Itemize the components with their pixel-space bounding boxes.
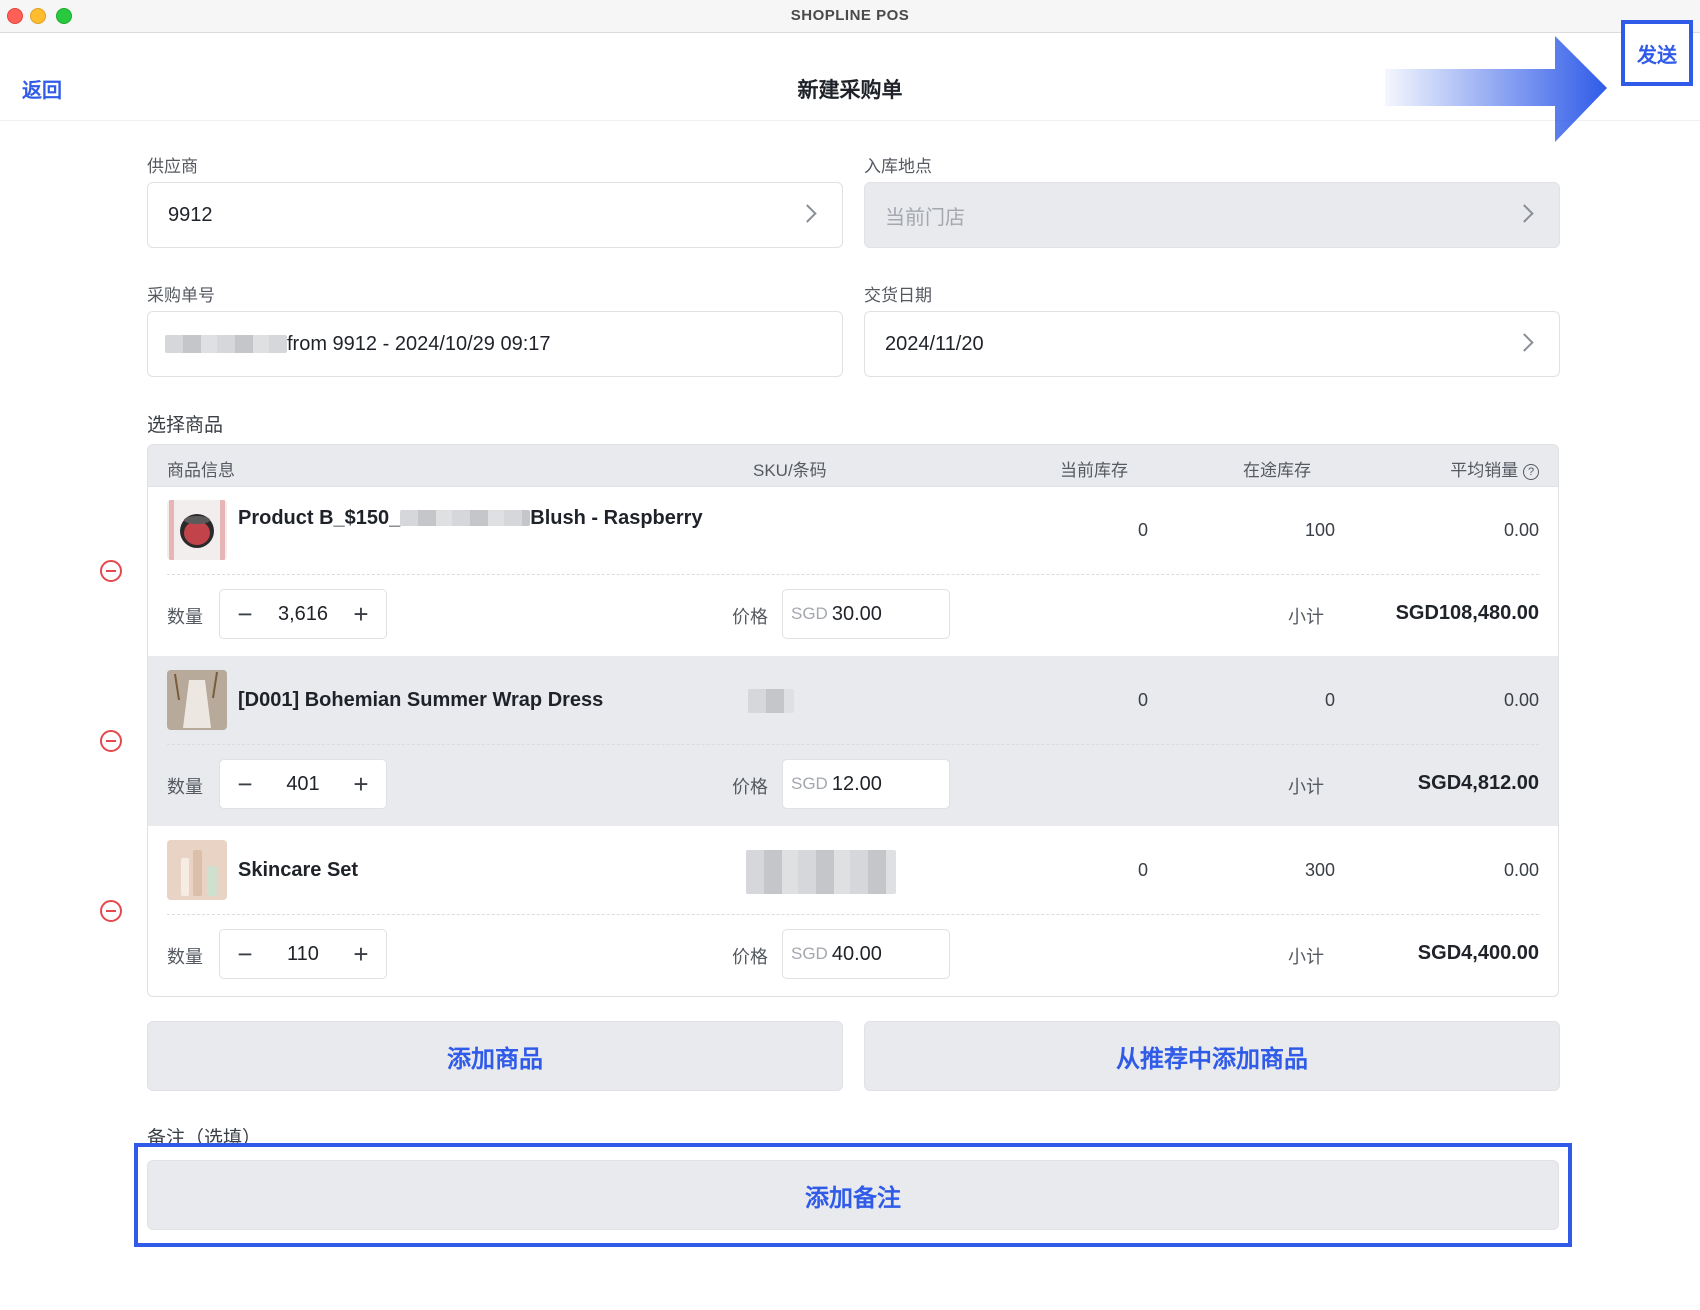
products-section-label: 选择商品 [147,415,224,436]
current-stock-value: 0 [1137,520,1148,540]
product-table: 商品信息 SKU/条码 当前库存 在途库存 平均销量 ? Product B_$… [147,444,1559,997]
arrow-right-icon [1385,36,1607,142]
quantity-stepper[interactable]: − 401 + [219,759,387,809]
location-field: 当前门店 [864,182,1560,248]
window-title: SHOPLINE POS [790,7,910,24]
redacted-sku [748,689,794,713]
supplier-value: 9912 [168,203,213,226]
product-name: Product B_$150_ Blush - Raspberry [238,507,703,529]
currency-prefix: SGD [791,944,828,963]
remove-circle-icon[interactable] [100,560,122,582]
subtotal-value: SGD108,480.00 [1395,602,1539,624]
remove-circle-icon[interactable] [100,730,122,752]
price-value: 30.00 [831,602,882,625]
price-value: 40.00 [831,942,882,965]
table-row: Skincare Set 0 300 0.00 数量 − 110 + 价格 SG… [148,826,1558,996]
avg-sales-value: 0.00 [1503,520,1539,540]
row-divider [167,574,1539,575]
send-button[interactable]: 发送 [1621,20,1693,86]
delivery-date-value: 2024/11/20 [885,332,984,355]
quantity-value[interactable]: 401 [270,773,336,796]
price-label: 价格 [732,947,768,967]
product-thumbnail [167,670,227,730]
price-input[interactable]: SGD 40.00 [782,929,950,979]
subtotal-label: 小计 [1288,607,1324,627]
add-product-button[interactable]: 添加商品 [147,1021,843,1091]
highlight-box [134,1143,1572,1247]
chevron-right-icon [1515,204,1534,223]
delivery-date-label: 交货日期 [864,286,932,305]
column-header-info: 商品信息 [167,461,235,480]
currency-prefix: SGD [791,774,828,793]
price-label: 价格 [732,607,768,627]
redacted-sku [746,850,896,894]
quantity-label: 数量 [167,607,203,627]
add-recommended-product-button[interactable]: 从推荐中添加商品 [864,1021,1560,1091]
redacted-text [165,335,287,353]
row-divider [167,914,1539,915]
in-transit-value: 100 [1304,520,1335,540]
window-titlebar: SHOPLINE POS [0,0,1700,33]
plus-icon[interactable]: + [336,930,386,978]
minus-icon[interactable]: − [220,930,270,978]
quantity-label: 数量 [167,777,203,797]
po-number-value: from 9912 - 2024/10/29 09:17 [287,332,551,355]
avg-sales-value: 0.00 [1503,860,1539,880]
plus-icon[interactable]: + [336,760,386,808]
in-transit-value: 300 [1304,860,1335,880]
column-header-current-stock: 当前库存 [1060,461,1128,480]
minus-icon[interactable]: − [220,760,270,808]
table-row: Product B_$150_ Blush - Raspberry 0 100 0… [148,486,1558,656]
remove-circle-icon[interactable] [100,900,122,922]
help-circle-icon[interactable]: ? [1523,464,1539,480]
location-label: 入库地点 [864,157,932,176]
quantity-value[interactable]: 3,616 [270,603,336,626]
supplier-label: 供应商 [147,157,198,176]
subtotal-value: SGD4,812.00 [1417,772,1539,794]
redacted-text [400,510,531,526]
quantity-value[interactable]: 110 [270,943,336,966]
quantity-stepper[interactable]: − 3,616 + [219,589,387,639]
chevron-right-icon [798,204,817,223]
location-placeholder: 当前门店 [885,206,965,229]
column-header-avg-sales: 平均销量 ? [1450,456,1539,481]
price-label: 价格 [732,777,768,797]
table-row: [D001] Bohemian Summer Wrap Dress 0 0 0.… [148,656,1558,826]
product-thumbnail [167,500,227,560]
column-header-sku: SKU/条码 [753,461,827,480]
plus-icon[interactable]: + [336,590,386,638]
column-header-in-transit: 在途库存 [1243,461,1311,480]
po-number-label: 采购单号 [147,286,215,305]
current-stock-value: 0 [1137,860,1148,880]
quantity-stepper[interactable]: − 110 + [219,929,387,979]
avg-sales-value: 0.00 [1503,690,1539,710]
subtotal-value: SGD4,400.00 [1417,942,1539,964]
subtotal-label: 小计 [1288,947,1324,967]
in-transit-value: 0 [1324,690,1335,710]
supplier-field[interactable]: 9912 [147,182,843,248]
quantity-label: 数量 [167,947,203,967]
price-value: 12.00 [831,772,882,795]
table-header: 商品信息 SKU/条码 当前库存 在途库存 平均销量 ? [148,445,1558,487]
price-input[interactable]: SGD 12.00 [782,759,950,809]
product-thumbnail [167,840,227,900]
currency-prefix: SGD [791,604,828,623]
row-divider [167,744,1539,745]
price-input[interactable]: SGD 30.00 [782,589,950,639]
minus-icon[interactable]: − [220,590,270,638]
current-stock-value: 0 [1137,690,1148,710]
chevron-right-icon [1515,333,1534,352]
product-name: Skincare Set [238,859,359,881]
delivery-date-field[interactable]: 2024/11/20 [864,311,1560,377]
product-name: [D001] Bohemian Summer Wrap Dress [238,689,604,711]
po-number-field[interactable]: from 9912 - 2024/10/29 09:17 [147,311,843,377]
subtotal-label: 小计 [1288,777,1324,797]
